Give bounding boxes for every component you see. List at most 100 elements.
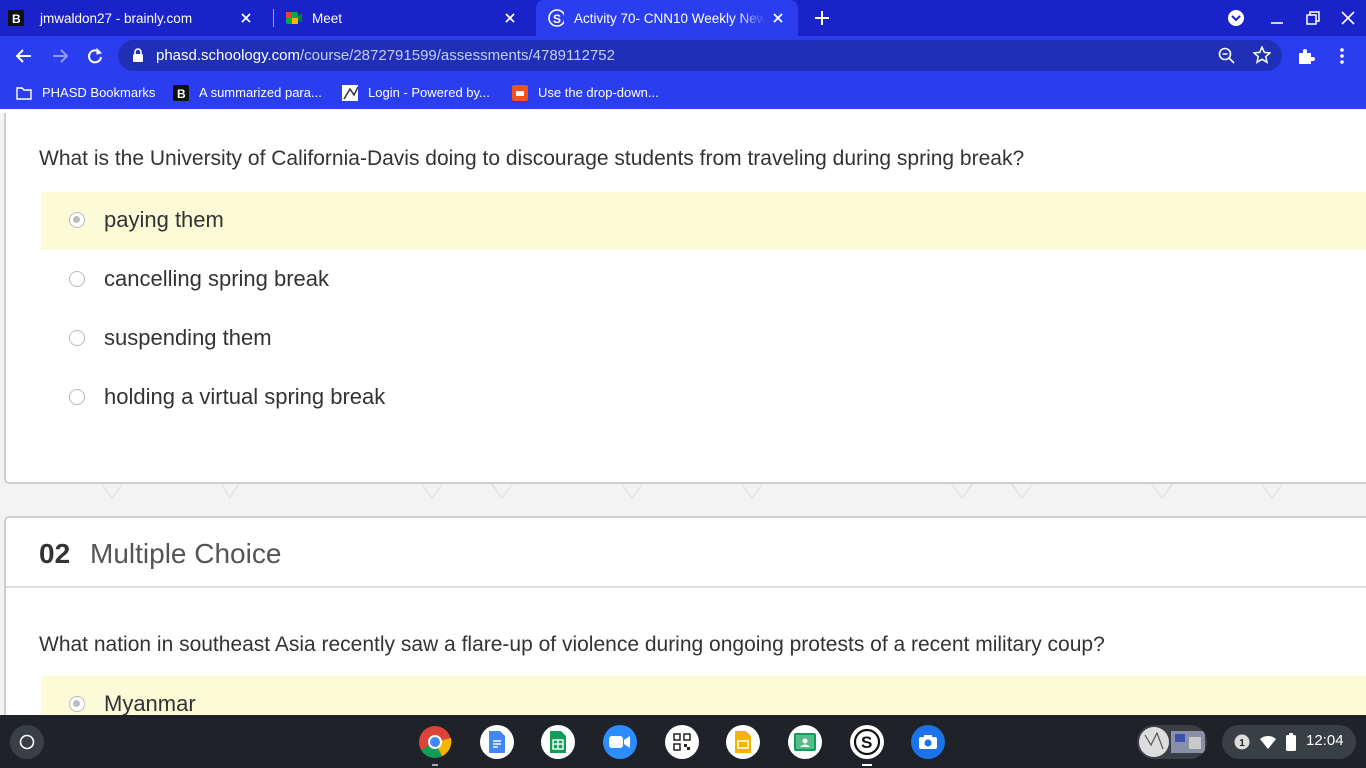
radio-button[interactable] <box>69 212 85 228</box>
bookmark-label: A summarized para... <box>199 85 322 100</box>
tab-title: Meet <box>312 10 343 26</box>
question-type: Multiple Choice <box>90 538 282 569</box>
radio-button[interactable] <box>69 696 85 712</box>
qr-code-icon[interactable] <box>665 725 699 759</box>
chevron-down-circle-icon <box>1228 10 1244 26</box>
bookmark-label: Login - Powered by... <box>368 85 490 100</box>
question-text: What is the University of California-Dav… <box>39 147 1025 170</box>
question-text: What nation in southeast Asia recently s… <box>39 633 1105 656</box>
divider <box>6 586 1366 588</box>
url-host: phasd.schoology.com <box>156 47 300 64</box>
close-tab-icon[interactable] <box>502 10 518 26</box>
menu-button[interactable] <box>1326 40 1358 72</box>
answer-choice[interactable]: paying them <box>41 192 1366 250</box>
close-tab-icon[interactable] <box>238 10 254 26</box>
arrow-left-icon <box>16 49 31 63</box>
choice-label: holding a virtual spring break <box>104 384 386 409</box>
google-classroom-icon[interactable] <box>788 725 822 759</box>
choice-label: Myanmar <box>104 691 196 715</box>
puzzle-piece-icon <box>1299 49 1315 64</box>
browser-toolbar: phasd.schoology.com/course/2872791599/as… <box>0 36 1366 76</box>
login-site-icon <box>342 84 358 101</box>
radio-button[interactable] <box>69 330 85 346</box>
close-icon <box>1341 11 1355 25</box>
google-slides-icon[interactable] <box>726 725 760 759</box>
lock-icon <box>132 48 144 67</box>
launcher-circle-icon <box>19 734 35 750</box>
svg-text:B: B <box>177 87 186 101</box>
tab-schoology-active[interactable]: S Activity 70- CNN10 Weekly News <box>536 0 798 36</box>
launcher-button[interactable] <box>10 725 44 759</box>
chrome-icon[interactable] <box>418 725 452 759</box>
answer-choice[interactable]: holding a virtual spring break <box>41 369 1366 427</box>
question-number: 02 <box>39 538 71 569</box>
tab-meet[interactable]: Meet <box>276 0 530 36</box>
camera-icon[interactable] <box>911 725 945 759</box>
question-card-1: What is the University of California-Dav… <box>4 113 1366 484</box>
answer-choice[interactable]: cancelling spring break <box>41 251 1366 309</box>
svg-text:1: 1 <box>1239 738 1245 749</box>
close-tab-icon[interactable] <box>770 10 786 26</box>
back-button[interactable] <box>8 40 40 72</box>
close-window-button[interactable] <box>1330 0 1366 36</box>
zoom-icon[interactable] <box>603 725 637 759</box>
arrow-right-icon <box>53 49 68 63</box>
battery-icon <box>1286 733 1296 756</box>
extensions-button[interactable] <box>1290 40 1322 72</box>
zoom-icon[interactable] <box>1218 47 1236 70</box>
choice-label: cancelling spring break <box>104 266 330 291</box>
restore-button[interactable] <box>1295 0 1331 36</box>
tab-brainly[interactable]: B jmwaldon27 - brainly.com <box>8 0 266 36</box>
bookmark-dropdown[interactable]: Use the drop-down... <box>512 76 659 109</box>
reload-button[interactable] <box>79 40 111 72</box>
svg-text:S: S <box>553 12 561 26</box>
svg-text:S: S <box>861 733 872 752</box>
assessment-content: What is the University of California-Dav… <box>0 113 1366 715</box>
bookmark-phasd-folder[interactable]: PHASD Bookmarks <box>16 76 155 109</box>
bookmark-summarized[interactable]: B A summarized para... <box>173 76 322 109</box>
restore-icon <box>1306 11 1320 25</box>
new-tab-button[interactable] <box>804 0 840 36</box>
choice-label: paying them <box>104 207 224 232</box>
choice-label: suspending them <box>104 325 272 350</box>
question-card-2: 02 Multiple Choice What nation in southe… <box>4 516 1366 715</box>
active-app-indicator <box>862 764 872 766</box>
answer-choice[interactable]: Myanmar <box>41 676 1366 715</box>
notification-badge[interactable]: 1 <box>1234 734 1250 755</box>
google-sheets-icon[interactable] <box>541 725 575 759</box>
google-docs-icon[interactable] <box>480 725 514 759</box>
os-shelf: S 1 12:04 <box>0 715 1366 768</box>
plus-icon <box>815 11 829 25</box>
folder-icon <box>16 85 32 101</box>
reload-icon <box>88 48 102 64</box>
url-path: /course/2872791599/assessments/478911275… <box>299 47 615 64</box>
svg-text:B: B <box>12 12 21 26</box>
url-text: phasd.schoology.com/course/2872791599/as… <box>156 47 615 64</box>
wifi-icon <box>1259 734 1277 755</box>
radio-button[interactable] <box>69 271 85 287</box>
tab-title: Activity 70- CNN10 Weekly News <box>574 10 766 26</box>
holding-space-thumbnails[interactable] <box>1137 725 1207 759</box>
bookmark-login[interactable]: Login - Powered by... <box>342 76 490 109</box>
address-bar[interactable]: phasd.schoology.com/course/2872791599/as… <box>118 40 1282 71</box>
forward-button[interactable] <box>44 40 76 72</box>
system-clock[interactable]: 12:04 <box>1306 732 1344 749</box>
background-pattern <box>99 480 1360 508</box>
minimize-button[interactable] <box>1259 0 1295 36</box>
radio-button[interactable] <box>69 389 85 405</box>
answer-choice[interactable]: suspending them <box>41 310 1366 368</box>
minimize-icon <box>1271 22 1283 24</box>
running-app-indicator <box>432 764 438 766</box>
tab-separator <box>273 9 274 27</box>
bookmark-label: PHASD Bookmarks <box>42 85 156 100</box>
brainly-b-icon: B <box>8 10 24 26</box>
schoology-s-icon: S <box>548 9 564 27</box>
tab-search-button[interactable] <box>1218 0 1254 36</box>
google-meet-icon <box>286 10 302 26</box>
bookmark-star-icon[interactable] <box>1252 45 1272 69</box>
bookmarks-bar: PHASD Bookmarks B A summarized para... L… <box>0 76 1366 109</box>
schoology-icon[interactable]: S <box>850 725 884 759</box>
slides-icon <box>512 84 528 101</box>
bookmark-label: Use the drop-down... <box>538 85 659 100</box>
brainly-b-icon: B <box>173 84 189 101</box>
